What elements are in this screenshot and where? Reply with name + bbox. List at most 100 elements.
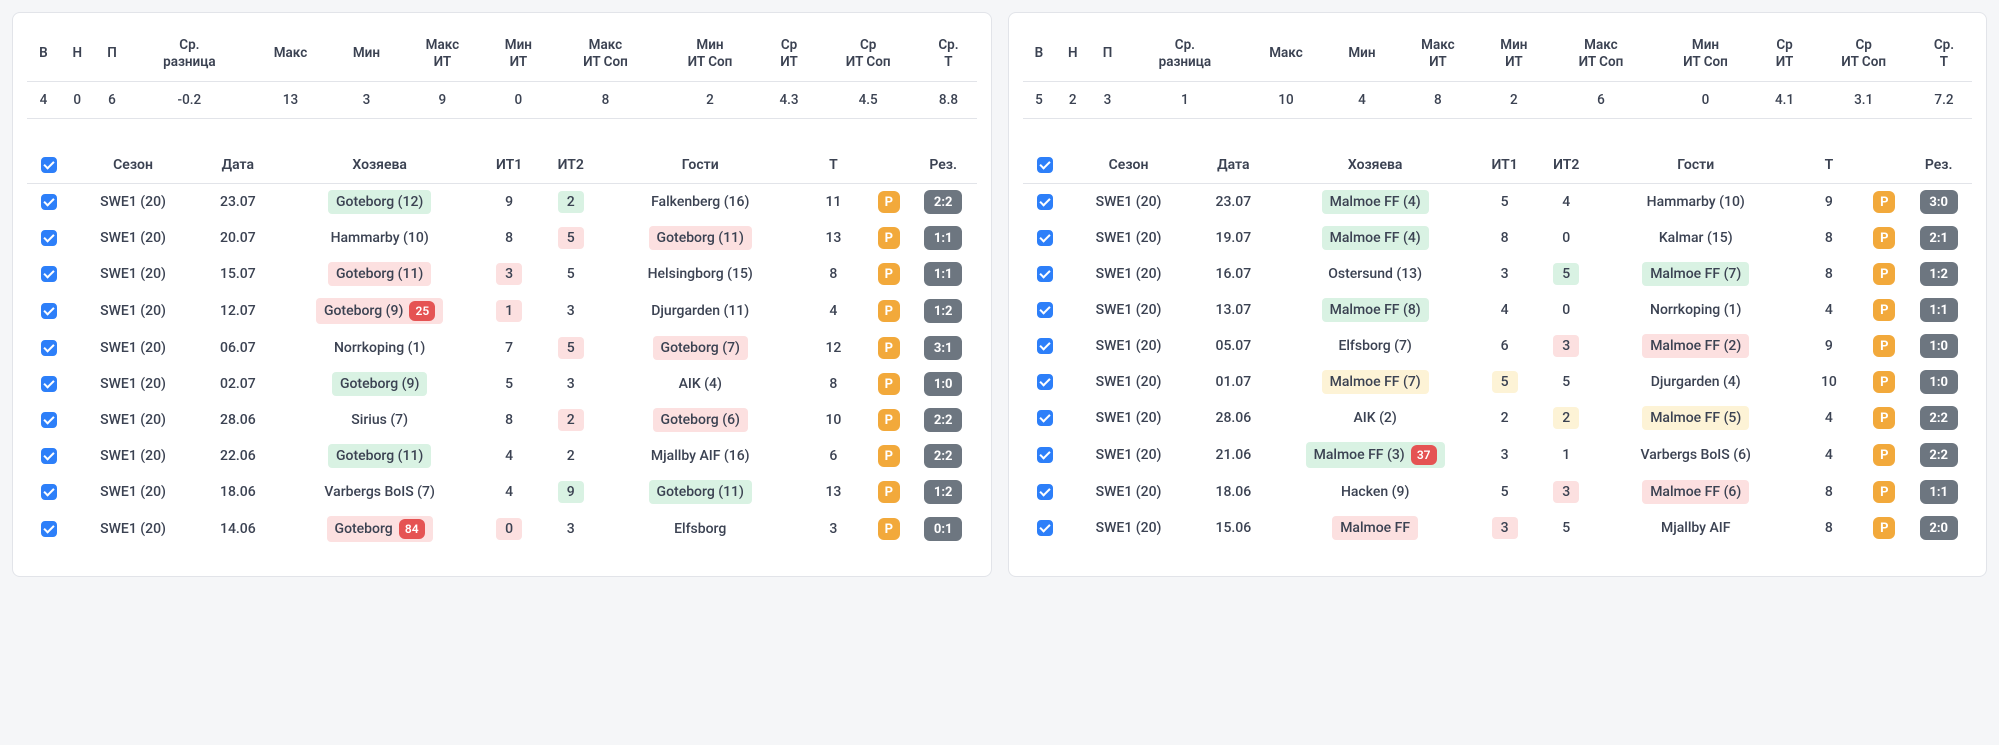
p-badge[interactable]: Р — [878, 518, 900, 540]
match-row: SWE1 (20)15.07Goteborg (11) 35Helsingbor… — [27, 256, 977, 292]
p-badge[interactable]: Р — [878, 445, 900, 467]
row-checkbox[interactable] — [1037, 194, 1053, 210]
date-cell: 15.06 — [1190, 510, 1276, 546]
score-badge: 1:1 — [924, 226, 962, 250]
summary-value: 2 — [1055, 81, 1090, 118]
red-badge: 84 — [399, 519, 425, 539]
row-checkbox[interactable] — [1037, 266, 1053, 282]
p-badge[interactable]: Р — [878, 373, 900, 395]
away-team-cell: Goteborg (11) — [649, 480, 752, 504]
date-cell: 23.07 — [195, 184, 281, 221]
row-checkbox[interactable] — [1037, 410, 1053, 426]
it2-cell: 3 — [558, 373, 584, 395]
summary-header: МинИТ — [1479, 27, 1549, 81]
match-row: SWE1 (20)06.07Norrkoping (1) 75Goteborg … — [27, 330, 977, 366]
season-cell: SWE1 (20) — [71, 402, 194, 438]
it2-cell: 5 — [558, 263, 584, 285]
home-team-cell: Goteborg (9) 25 — [316, 298, 443, 324]
p-badge[interactable]: Р — [1873, 481, 1895, 503]
summary-header: СрИТ — [762, 27, 816, 81]
date-cell: 12.07 — [195, 292, 281, 330]
col-home-header: Хозяева — [281, 151, 478, 184]
row-checkbox[interactable] — [41, 303, 57, 319]
home-team-cell: AIK (2) — [1346, 406, 1405, 430]
season-cell: SWE1 (20) — [1067, 328, 1190, 364]
p-badge[interactable]: Р — [1873, 517, 1895, 539]
col-p-header — [868, 151, 910, 184]
row-checkbox[interactable] — [1037, 447, 1053, 463]
p-badge[interactable]: Р — [1873, 335, 1895, 357]
t-cell: 13 — [799, 220, 868, 256]
p-badge[interactable]: Р — [878, 409, 900, 431]
match-row: SWE1 (20)18.06Hacken (9) 53Malmoe FF (6)… — [1023, 474, 1973, 510]
p-badge[interactable]: Р — [878, 337, 900, 359]
row-checkbox[interactable] — [1037, 302, 1053, 318]
p-badge[interactable]: Р — [878, 481, 900, 503]
it2-cell: 3 — [1553, 481, 1579, 503]
p-badge[interactable]: Р — [1873, 227, 1895, 249]
t-cell: 4 — [1794, 436, 1863, 474]
match-row: SWE1 (20)01.07Malmoe FF (7) 55Djurgarden… — [1023, 364, 1973, 400]
p-badge[interactable]: Р — [1873, 299, 1895, 321]
season-cell: SWE1 (20) — [1067, 292, 1190, 328]
summary-header: МинИТ Соп — [658, 27, 763, 81]
select-all-checkbox[interactable] — [1037, 157, 1053, 173]
p-badge[interactable]: Р — [1873, 191, 1895, 213]
score-badge: 3:1 — [924, 336, 962, 360]
col-date-header: Дата — [1190, 151, 1276, 184]
summary-value: 9 — [401, 81, 483, 118]
row-checkbox[interactable] — [41, 448, 57, 464]
row-checkbox[interactable] — [41, 412, 57, 428]
summary-value: 6 — [1549, 81, 1654, 118]
row-checkbox[interactable] — [41, 340, 57, 356]
row-checkbox[interactable] — [1037, 520, 1053, 536]
row-checkbox[interactable] — [1037, 374, 1053, 390]
row-checkbox[interactable] — [1037, 230, 1053, 246]
row-checkbox[interactable] — [41, 376, 57, 392]
row-checkbox[interactable] — [41, 521, 57, 537]
panel-left: ВНПСр.разницаМаксМинМаксИТМинИТМаксИТ Со… — [12, 12, 992, 577]
it1-cell: 5 — [496, 373, 522, 395]
summary-value: 0 — [484, 81, 554, 118]
col-away-header: Гости — [602, 151, 799, 184]
summary-value: 4.1 — [1758, 81, 1812, 118]
summary-table: ВНПСр.разницаМаксМинМаксИТМинИТМаксИТ Со… — [27, 27, 977, 119]
p-badge[interactable]: Р — [878, 263, 900, 285]
it1-cell: 9 — [496, 191, 522, 213]
red-badge: 25 — [409, 301, 435, 321]
row-checkbox[interactable] — [41, 194, 57, 210]
summary-header: СрИТ — [1758, 27, 1812, 81]
summary-header: МаксИТ Соп — [1549, 27, 1654, 81]
row-checkbox[interactable] — [1037, 338, 1053, 354]
it1-cell: 0 — [496, 518, 522, 540]
p-badge[interactable]: Р — [878, 227, 900, 249]
t-cell: 9 — [1794, 184, 1863, 221]
row-checkbox[interactable] — [41, 230, 57, 246]
it2-cell: 5 — [1553, 263, 1579, 285]
row-checkbox[interactable] — [1037, 484, 1053, 500]
summary-value: 4.5 — [816, 81, 921, 118]
summary-header: СрИТ Соп — [1811, 27, 1916, 81]
season-cell: SWE1 (20) — [71, 438, 194, 474]
row-checkbox[interactable] — [41, 266, 57, 282]
away-team-cell: Malmoe FF (5) — [1642, 406, 1749, 430]
summary-header: МинИТ Соп — [1653, 27, 1758, 81]
home-team-cell: Malmoe FF (3) 37 — [1306, 442, 1445, 468]
summary-header: МаксИТ Соп — [553, 27, 658, 81]
select-all-checkbox[interactable] — [41, 157, 57, 173]
score-badge: 2:2 — [924, 444, 962, 468]
summary-value: 2 — [1479, 81, 1549, 118]
row-checkbox[interactable] — [41, 484, 57, 500]
p-badge[interactable]: Р — [1873, 444, 1895, 466]
p-badge[interactable]: Р — [1873, 371, 1895, 393]
season-cell: SWE1 (20) — [71, 292, 194, 330]
p-badge[interactable]: Р — [878, 300, 900, 322]
home-team-cell: Malmoe FF (7) — [1322, 370, 1429, 394]
summary-value: 4.3 — [762, 81, 816, 118]
summary-value: 0 — [60, 81, 95, 118]
score-badge: 2:2 — [924, 190, 962, 214]
score-badge: 1:2 — [924, 299, 962, 323]
p-badge[interactable]: Р — [878, 191, 900, 213]
p-badge[interactable]: Р — [1873, 407, 1895, 429]
p-badge[interactable]: Р — [1873, 263, 1895, 285]
